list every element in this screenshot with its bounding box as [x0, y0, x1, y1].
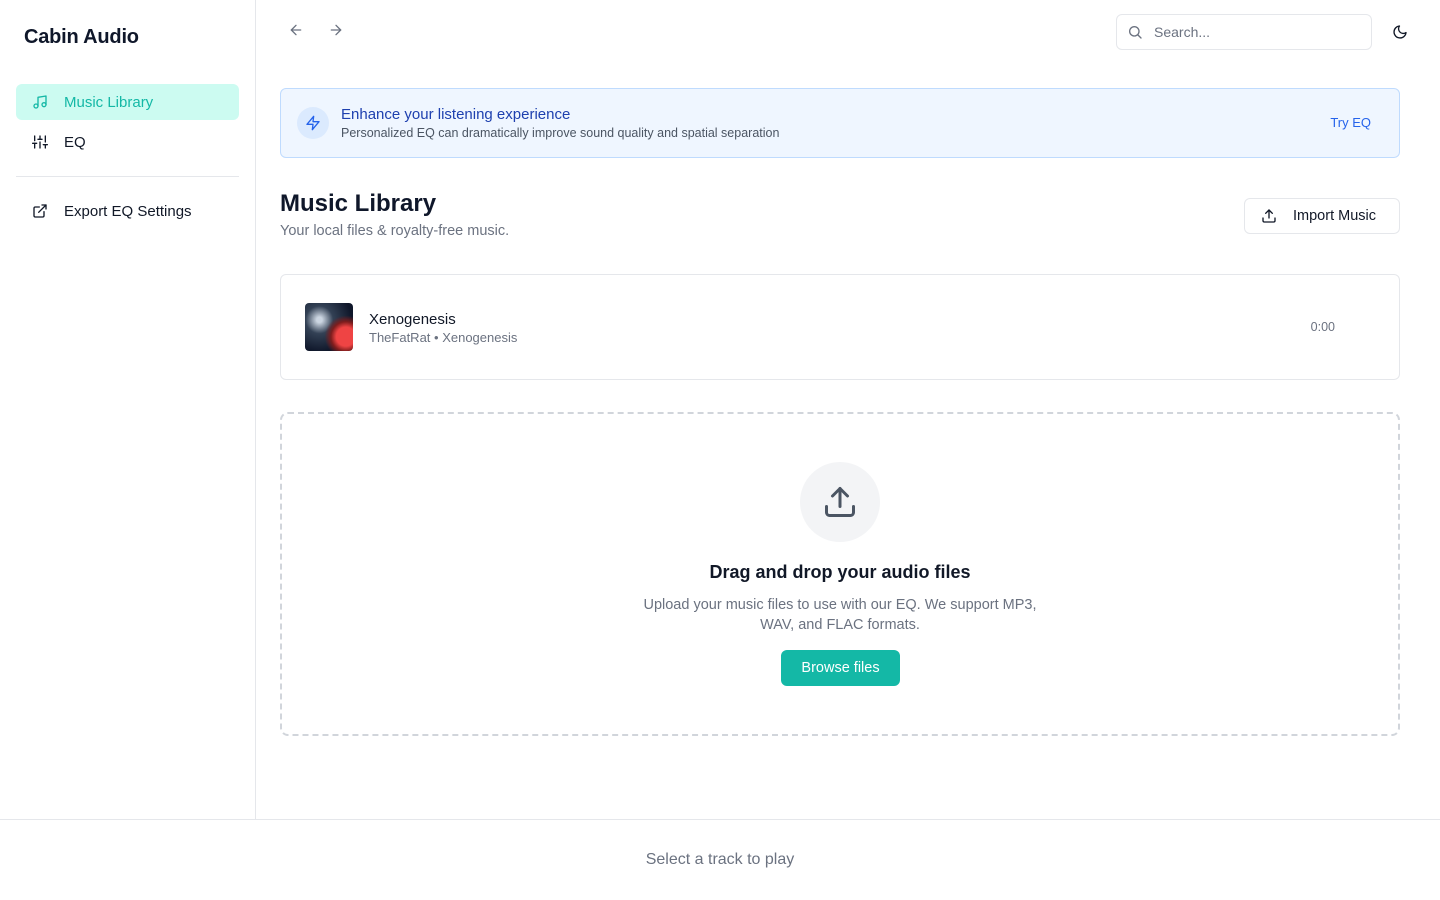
moon-icon	[1392, 24, 1408, 40]
track-duration: 0:00	[1310, 320, 1335, 334]
external-link-icon	[32, 203, 48, 219]
page-subtitle: Your local files & royalty-free music.	[280, 223, 510, 239]
file-dropzone[interactable]: Drag and drop your audio files Upload yo…	[280, 412, 1400, 736]
sidebar-item-music-library[interactable]: Music Library	[16, 84, 239, 120]
lightning-icon	[297, 107, 329, 139]
track-list: Xenogenesis TheFatRat • Xenogenesis 0:00	[280, 274, 1400, 380]
track-artist-album: TheFatRat • Xenogenesis	[369, 330, 518, 345]
music-note-icon	[32, 94, 48, 110]
album-cover	[305, 303, 353, 351]
sidebar: Cabin Audio Music Library EQ Export EQ S…	[0, 0, 256, 820]
sliders-icon	[32, 134, 48, 150]
theme-toggle-button[interactable]	[1390, 22, 1410, 42]
track-row[interactable]: Xenogenesis TheFatRat • Xenogenesis 0:00	[281, 275, 1399, 379]
app-title: Cabin Audio	[24, 26, 139, 48]
forward-button[interactable]	[326, 22, 346, 42]
search-icon	[1127, 24, 1143, 40]
upload-icon	[1261, 208, 1277, 224]
page-title: Music Library	[280, 190, 437, 217]
sidebar-item-eq[interactable]: EQ	[16, 124, 239, 160]
back-button[interactable]	[286, 22, 306, 42]
search-box	[1116, 14, 1372, 50]
sidebar-item-export-eq-settings[interactable]: Export EQ Settings	[16, 193, 239, 229]
sidebar-divider	[16, 176, 239, 177]
upload-icon	[800, 462, 880, 542]
import-music-button[interactable]: Import Music	[1244, 198, 1400, 234]
player-status: Select a track to play	[645, 851, 795, 868]
arrow-right-icon	[328, 22, 344, 43]
banner-subtitle: Personalized EQ can dramatically improve…	[341, 126, 780, 140]
sidebar-item-label: Export EQ Settings	[64, 202, 192, 220]
eq-promo-banner: Enhance your listening experience Person…	[280, 88, 1400, 158]
dropzone-description: Upload your music files to use with our …	[643, 597, 1037, 633]
banner-title: Enhance your listening experience	[341, 106, 571, 123]
sidebar-nav: Music Library EQ	[16, 84, 239, 164]
player-bar: Select a track to play	[0, 819, 1440, 900]
search-input[interactable]	[1154, 24, 1354, 40]
try-eq-button[interactable]: Try EQ	[1330, 115, 1371, 130]
sidebar-item-label: EQ	[64, 133, 86, 151]
track-title: Xenogenesis	[369, 311, 456, 328]
import-music-label: Import Music	[1293, 208, 1376, 224]
sidebar-item-label: Music Library	[64, 93, 154, 111]
arrow-left-icon	[288, 22, 304, 43]
dropzone-title: Drag and drop your audio files	[709, 562, 971, 582]
browse-files-button[interactable]: Browse files	[781, 650, 900, 686]
